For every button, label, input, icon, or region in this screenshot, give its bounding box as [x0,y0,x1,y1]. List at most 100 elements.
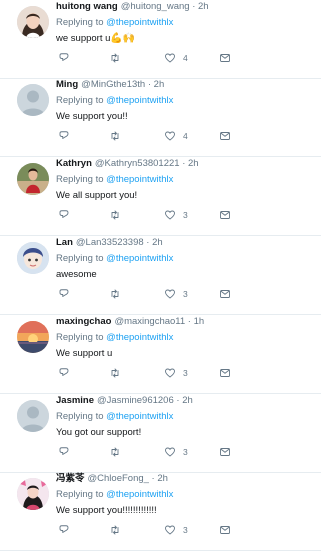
retweet-button[interactable] [109,366,128,380]
direct-message-button[interactable] [219,208,231,222]
reply-button[interactable] [58,366,70,380]
heart-icon [164,52,176,64]
author-name[interactable]: Jasmine [56,395,94,406]
direct-message-button[interactable] [219,51,231,65]
author-handle[interactable]: @huitong_wang [121,1,190,12]
separator-dot: · [145,79,154,90]
mention-link[interactable]: @thepointwithlx [106,332,173,343]
like-button[interactable]: 3 [164,445,188,459]
author-handle[interactable]: @Kathryn53801221 [95,158,180,169]
direct-message-button[interactable] [219,445,231,459]
timestamp[interactable]: 2h [157,473,168,484]
mention-link[interactable]: @thepointwithlx [106,411,173,422]
direct-message-button[interactable] [219,366,231,380]
retweet-button[interactable] [109,208,128,222]
timestamp[interactable]: 2h [188,158,199,169]
avatar[interactable] [17,6,49,38]
tweet-actions: 3 [56,366,306,380]
separator-dot: · [179,158,189,169]
direct-message-button[interactable] [219,287,231,301]
avatar[interactable] [17,400,49,432]
avatar[interactable] [17,163,49,195]
author-name[interactable]: 冯紫苓 [56,473,85,484]
avatar[interactable] [17,478,49,510]
timestamp[interactable]: 2h [152,237,163,248]
author-name[interactable]: Ming [56,79,78,90]
tweet-header: Kathryn @Kathryn53801221 · 2h [56,158,199,170]
tweet-header: Ming @MinGthe13th · 2h [56,79,164,91]
author-name[interactable]: maxingchao [56,316,111,327]
envelope-icon [219,52,231,64]
timestamp[interactable]: 2h [154,79,165,90]
like-button[interactable]: 3 [164,366,188,380]
avatar[interactable] [17,321,49,353]
timestamp[interactable]: 2h [198,1,209,12]
tweet-actions: 3 [56,445,306,459]
like-count: 3 [183,210,188,220]
tweet-header: 冯紫苓 @ChloeFong_ · 2h [56,473,168,485]
reply-icon [58,446,70,458]
tweet-header: maxingchao @maxingchao11 · 1h [56,316,204,328]
reply-button[interactable] [58,523,70,537]
direct-message-button[interactable] [219,523,231,537]
like-button[interactable]: 4 [164,129,188,143]
reply-icon [58,288,70,300]
retweet-button[interactable] [109,523,128,537]
tweet-reply[interactable]: maxingchao @maxingchao11 · 1h Replying to … [0,315,321,394]
retweet-button[interactable] [109,445,128,459]
retweet-button[interactable] [109,51,128,65]
author-name[interactable]: Lan [56,237,73,248]
retweet-icon [109,209,121,221]
tweet-text-content: We all support you! [56,190,138,201]
reply-button[interactable] [58,287,70,301]
avatar[interactable] [17,84,49,116]
reply-button[interactable] [58,51,70,65]
retweet-button[interactable] [109,287,128,301]
tweet-reply[interactable]: Jasmine @Jasmine961206 · 2h Replying to @t… [0,394,321,473]
replying-to-label: Replying to [56,253,104,264]
mention-link[interactable]: @thepointwithlx [106,489,173,500]
like-button[interactable]: 3 [164,208,188,222]
reply-icon [58,52,70,64]
author-name[interactable]: Kathryn [56,158,92,169]
like-button[interactable]: 3 [164,523,188,537]
tweet-actions: 3 [56,208,306,222]
reply-button[interactable] [58,208,70,222]
mention-link[interactable]: @thepointwithlx [106,174,173,185]
replying-to-label: Replying to [56,17,104,28]
reply-button[interactable] [58,445,70,459]
tweet-reply[interactable]: Ming @MinGthe13th · 2h Replying to @thepoi… [0,78,321,157]
mention-link[interactable]: @thepointwithlx [106,95,173,106]
like-button[interactable]: 4 [164,51,188,65]
reply-icon [58,130,70,142]
mention-link[interactable]: @thepointwithlx [106,17,173,28]
mention-link[interactable]: @thepointwithlx [106,253,173,264]
tweet-reply[interactable]: Kathryn @Kathryn53801221 · 2h Replying to … [0,157,321,236]
replying-to: Replying to @thepointwithlx [56,253,173,264]
like-button[interactable]: 3 [164,287,188,301]
author-handle[interactable]: @Lan33523398 [76,237,144,248]
author-name[interactable]: huitong wang [56,1,118,12]
retweet-button[interactable] [109,129,128,143]
author-handle[interactable]: @Jasmine961206 [97,395,174,406]
author-handle[interactable]: @MinGthe13th [81,79,145,90]
replying-to: Replying to @thepointwithlx [56,489,173,500]
direct-message-button[interactable] [219,129,231,143]
reply-icon [58,524,70,536]
tweet-text: We support you!!!!!!!!!!!!! [56,505,157,516]
tweet-text: We support you!! [56,111,128,122]
avatar[interactable] [17,242,49,274]
tweet-reply[interactable]: 冯紫苓 @ChloeFong_ · 2h Replying to @thepoint… [0,472,321,551]
tweet-reply[interactable]: huitong wang @huitong_wang · 2h Replying t… [0,0,321,79]
like-count: 3 [183,447,188,457]
reply-button[interactable] [58,129,70,143]
timestamp[interactable]: 2h [182,395,193,406]
timestamp[interactable]: 1h [194,316,205,327]
author-handle[interactable]: @maxingchao11 [114,316,185,327]
envelope-icon [219,130,231,142]
tweet-header: Jasmine @Jasmine961206 · 2h [56,395,193,407]
heart-icon [164,130,176,142]
envelope-icon [219,446,231,458]
author-handle[interactable]: @ChloeFong_ [88,473,149,484]
tweet-reply[interactable]: Lan @Lan33523398 · 2h Replying to @thepoin… [0,236,321,315]
